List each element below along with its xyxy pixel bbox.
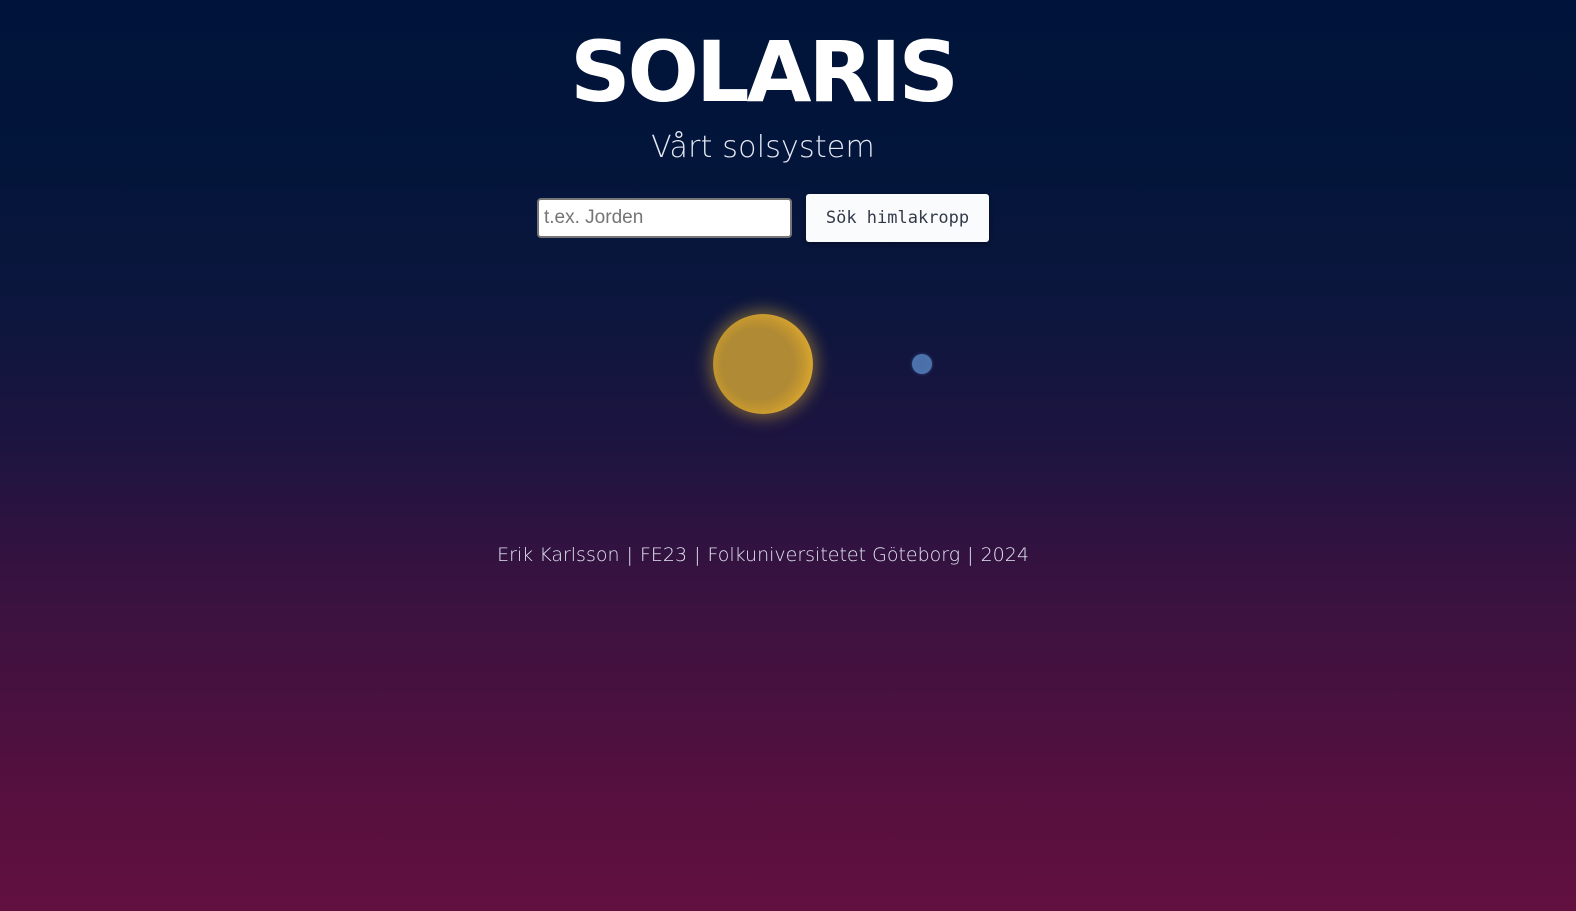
footer: Erik Karlsson | FE23 | Folkuniversitetet Göt… — [0, 542, 1526, 568]
page-subtitle: Vårt solsystem — [651, 130, 875, 165]
footer-class: FE23 — [639, 544, 688, 566]
page: SOLARIS Vårt solsystem Sök himlakropp Er… — [0, 0, 1576, 911]
sun-icon[interactable] — [713, 314, 813, 414]
footer-year: 2024 — [980, 544, 1029, 566]
footer-school: Folkuniversitetet Göteborg — [707, 544, 961, 566]
footer-separator: | — [694, 544, 701, 566]
footer-separator: | — [967, 544, 974, 566]
footer-author: Erik Karlsson — [497, 544, 620, 566]
planet-icon[interactable] — [912, 354, 932, 374]
search-input[interactable] — [537, 197, 792, 238]
page-title: SOLARIS — [570, 23, 959, 121]
footer-separator: | — [626, 544, 633, 566]
search-button[interactable]: Sök himlakropp — [806, 194, 989, 242]
search-bar: Sök himlakropp — [0, 194, 1526, 242]
